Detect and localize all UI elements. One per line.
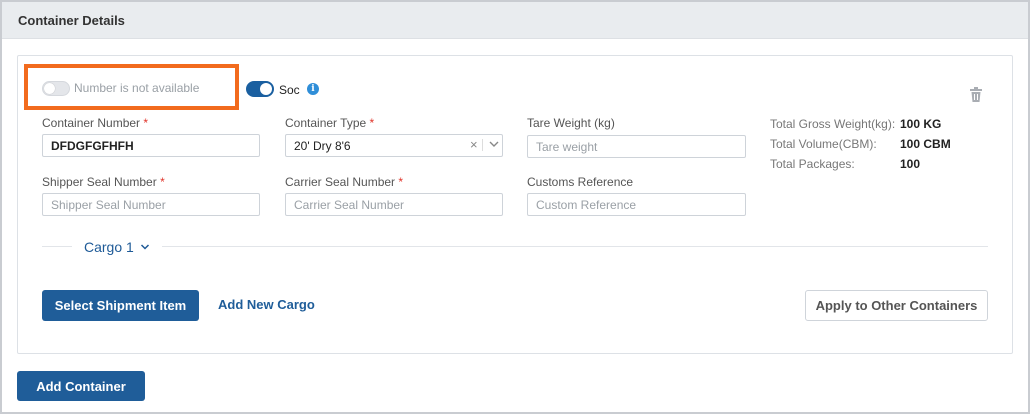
number-not-available-label: Number is not available [74, 81, 200, 95]
add-container-button[interactable]: Add Container [17, 371, 145, 401]
customs-reference-input[interactable]: Custom Reference [527, 193, 746, 216]
select-separator [482, 139, 483, 151]
summary-label: Total Volume(CBM): [770, 137, 877, 151]
container-number-input[interactable]: DFDGFGFHFH [42, 134, 260, 157]
trash-icon[interactable] [969, 87, 983, 103]
container-number-label: Container Number * [42, 116, 149, 130]
container-type-value: 20' Dry 8'6 [294, 139, 351, 153]
chevron-down-icon[interactable] [488, 138, 500, 150]
number-not-available-toggle[interactable] [42, 81, 70, 96]
shipper-seal-input[interactable]: Shipper Seal Number [42, 193, 260, 216]
divider [162, 246, 988, 247]
summary-value: 100 KG [900, 117, 942, 131]
section-header: Container Details [2, 2, 1028, 39]
close-icon[interactable]: × [470, 137, 478, 152]
summary-label: Total Packages: [770, 157, 855, 171]
carrier-seal-input[interactable]: Carrier Seal Number [285, 193, 503, 216]
carrier-seal-label: Carrier Seal Number * [285, 175, 404, 189]
tab-cargo-1[interactable]: Cargo 1 [84, 239, 134, 255]
summary-value: 100 [900, 157, 921, 171]
tare-weight-input[interactable]: Tare weight [527, 135, 746, 158]
apply-to-other-containers-button[interactable]: Apply to Other Containers [805, 290, 988, 321]
soc-toggle[interactable] [246, 81, 274, 97]
toggle-knob [260, 83, 272, 95]
select-shipment-item-button[interactable]: Select Shipment Item [42, 290, 199, 321]
toggle-knob [44, 83, 55, 94]
info-icon[interactable]: i [307, 83, 319, 95]
divider [42, 246, 72, 247]
summary-value: 100 CBM [900, 137, 951, 151]
shipper-seal-label: Shipper Seal Number * [42, 175, 165, 189]
soc-label: Soc [279, 83, 300, 97]
tare-weight-label: Tare Weight (kg) [527, 116, 615, 130]
customs-reference-label: Customs Reference [527, 175, 634, 189]
section-title: Container Details [18, 13, 125, 28]
container-type-label: Container Type * [285, 116, 375, 130]
chevron-down-icon[interactable] [140, 243, 150, 251]
summary-label: Total Gross Weight(kg): [770, 117, 896, 131]
add-new-cargo-link[interactable]: Add New Cargo [218, 297, 315, 312]
